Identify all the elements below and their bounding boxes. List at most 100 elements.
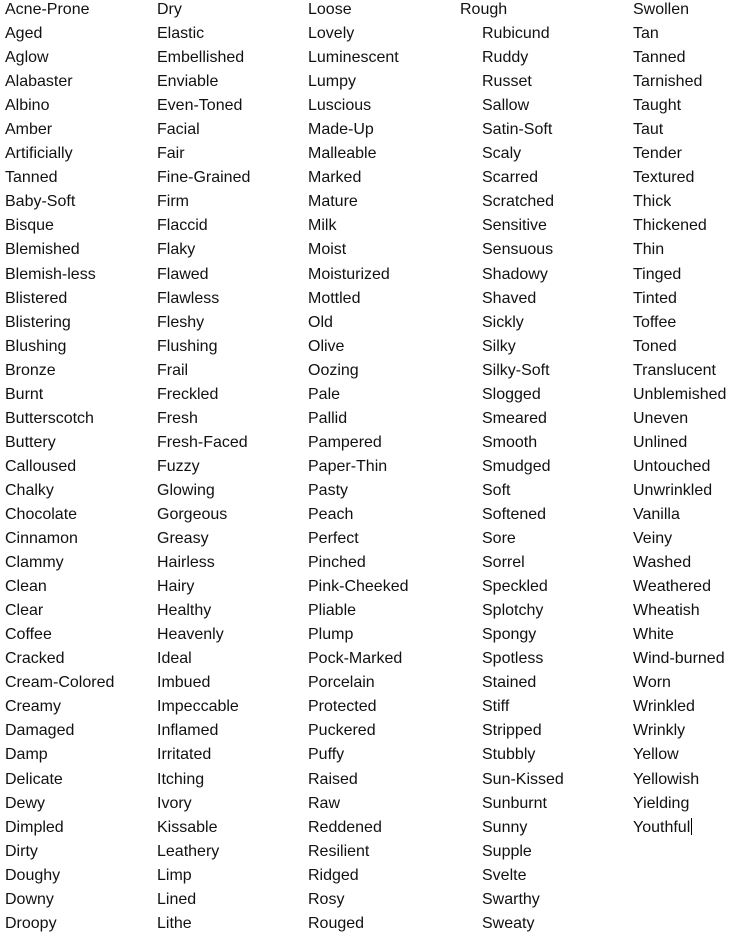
word-item: Elastic: [157, 25, 205, 43]
word-item: Itching: [157, 770, 205, 788]
word-item: Blistered: [5, 289, 68, 307]
word-item: Lined: [157, 890, 197, 908]
word-item: Facial: [157, 121, 200, 139]
word-item: Old: [308, 313, 333, 331]
word-item: Spotless: [482, 650, 544, 668]
word-item: Satin-Soft: [482, 121, 553, 139]
word-item: Fresh: [157, 409, 198, 427]
word-item: Taught: [633, 97, 682, 115]
word-item: Ivory: [157, 794, 192, 812]
word-item: Raised: [308, 770, 358, 788]
word-item: Delicate: [5, 770, 63, 788]
word-item: Swarthy: [482, 890, 540, 908]
word-item: Sensuous: [482, 241, 554, 259]
word-item: Sore: [482, 530, 516, 548]
word-item: Toffee: [633, 313, 677, 331]
word-item: Leathery: [157, 842, 220, 860]
word-item: Aged: [5, 25, 43, 43]
word-item: Pink-Cheeked: [308, 578, 409, 596]
word-item: Glowing: [157, 481, 215, 499]
word-item: Russet: [482, 73, 532, 91]
word-item: Ridged: [308, 866, 359, 884]
word-item: Kissable: [157, 818, 218, 836]
word-item: Flushing: [157, 337, 218, 355]
word-item: Resilient: [308, 842, 370, 860]
word-item: Frail: [157, 361, 189, 379]
word-item: Healthy: [157, 602, 212, 620]
word-column-5: Swollen Tan Tanned Tarnished Taught Taut Tende…: [633, 0, 726, 840]
word-item: Bronze: [5, 361, 56, 379]
word-item: Luscious: [308, 97, 372, 115]
word-item: Acne-Prone: [5, 1, 90, 18]
word-item: Gorgeous: [157, 505, 228, 523]
word-item: Firm: [157, 193, 189, 211]
word-item: Pampered: [308, 433, 382, 451]
word-item: Lumpy: [308, 73, 357, 91]
word-item: Made-Up: [308, 121, 374, 139]
word-item: Blushing: [5, 337, 67, 355]
word-item: Flaccid: [157, 217, 208, 235]
word-item: Tan: [633, 25, 659, 43]
word-item: Pock-Marked: [308, 650, 403, 668]
word-item: Inflamed: [157, 722, 219, 740]
word-column-4: Rough Rubicund Ruddy Russet Sallow Satin-Soft…: [460, 0, 564, 936]
word-item: Tender: [633, 145, 682, 163]
word-item: Softened: [482, 505, 547, 523]
word-item: Pale: [308, 385, 341, 403]
word-item: Buttery: [5, 433, 56, 451]
word-item: Sorrel: [482, 554, 525, 572]
word-item: Dewy: [5, 794, 46, 812]
word-item: Swollen: [633, 1, 690, 18]
word-item: Flawless: [157, 289, 220, 307]
word-item: Wrinkled: [633, 698, 695, 716]
word-item: Unwrinkled: [633, 481, 713, 499]
word-item: Wind-burned: [633, 650, 725, 668]
word-item: Spongy: [482, 626, 537, 644]
word-column-3: Loose Lovely Luminescent Lumpy Luscious Made-…: [308, 0, 409, 936]
word-item: Rough: [460, 1, 508, 18]
word-item: Aglow: [5, 49, 49, 67]
word-item: Blemish-less: [5, 265, 96, 283]
word-item: Calloused: [5, 457, 77, 475]
word-item: Toned: [633, 337, 677, 355]
word-item: Oozing: [308, 361, 359, 379]
word-item: Rubicund: [482, 25, 550, 43]
word-item: Freckled: [157, 385, 219, 403]
word-item: Stained: [482, 674, 537, 692]
word-item: Fleshy: [157, 313, 205, 331]
word-item: Even-Toned: [157, 97, 243, 115]
word-item: White: [633, 626, 674, 644]
word-item: Unblemished: [633, 385, 727, 403]
word-item: Reddened: [308, 818, 382, 836]
word-item: Flaky: [157, 241, 196, 259]
word-item: Chalky: [5, 481, 54, 499]
word-item: Taut: [633, 121, 664, 139]
word-column-1: Acne-Prone Aged Aglow Alabaster Albino Amber A…: [5, 0, 127, 936]
word-item: Supple: [482, 842, 532, 860]
word-item: Rouged: [308, 914, 365, 932]
word-item: Paper-Thin: [308, 457, 388, 475]
word-item: Doughy: [5, 866, 61, 884]
word-item: Bisque: [5, 217, 54, 235]
word-item: Shaved: [482, 289, 537, 307]
word-item: Tarnished: [633, 73, 703, 91]
word-item: Droopy: [5, 914, 57, 932]
word-item: Yielding: [633, 794, 690, 812]
word-item: Scarred: [482, 169, 539, 187]
word-item: Hairy: [157, 578, 195, 596]
word-item: Butterscotch: [5, 409, 94, 427]
word-item: Enviable: [157, 73, 219, 91]
word-item: Cream-Colored: [5, 674, 115, 692]
word-item: Clean: [5, 578, 47, 596]
word-item: Peach: [308, 505, 354, 523]
word-item: Blistering: [5, 313, 71, 331]
word-item: Puffy: [308, 746, 345, 764]
word-item: Worn: [633, 674, 671, 692]
word-item: Marked: [308, 169, 362, 187]
word-item: Ideal: [157, 650, 192, 668]
word-item: Pallid: [308, 409, 348, 427]
word-item: Loose: [308, 1, 352, 18]
word-item: Wheatish: [633, 602, 700, 620]
word-item: Mottled: [308, 289, 361, 307]
word-item: Baby-Soft: [5, 193, 76, 211]
